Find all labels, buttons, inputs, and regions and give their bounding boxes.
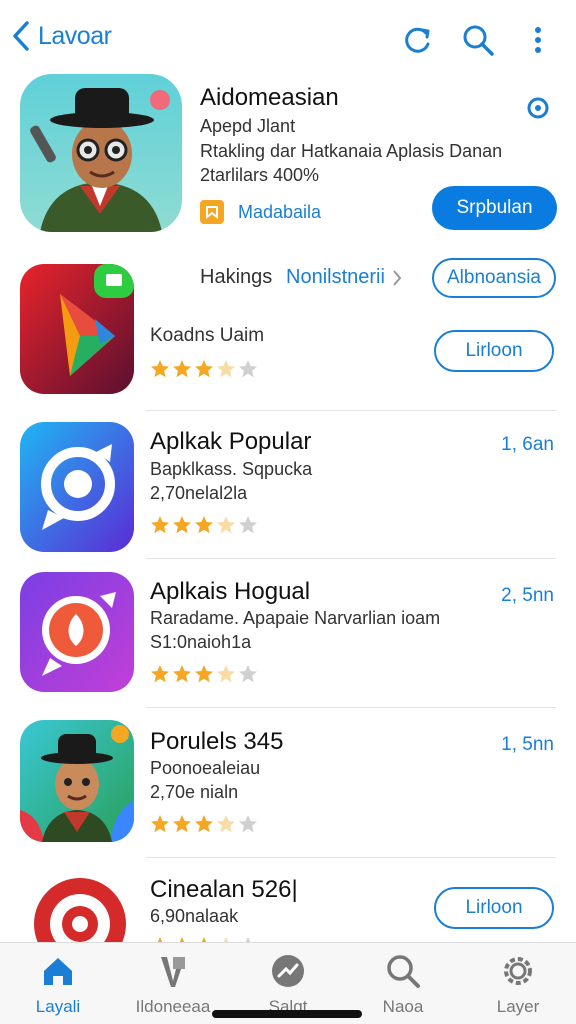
tab-label: Ildoneeaa: [135, 997, 211, 1016]
app-downloads: 6,90nalaak: [150, 906, 239, 926]
featured-app-developer: Apepd Jlant: [200, 116, 296, 136]
star-icon: [173, 516, 191, 534]
category-button[interactable]: Albnoansia: [432, 258, 556, 298]
featured-app-tag[interactable]: Madabaila: [200, 200, 321, 224]
featured-app-icon: [20, 74, 182, 232]
home-icon: [44, 958, 72, 985]
search-icon[interactable]: [460, 22, 496, 58]
star-icon: [217, 516, 235, 534]
star-icon: [173, 665, 191, 683]
divider: [146, 857, 556, 858]
star-icon: [173, 360, 191, 378]
app-icon-chat: [20, 422, 134, 552]
app-size: 1, 5nn: [501, 734, 554, 755]
bookmark-icon: [200, 200, 224, 224]
chevron-left-icon: [13, 21, 29, 51]
tab-label: Naoa: [382, 997, 424, 1016]
tab-search[interactable]: Naoa: [348, 951, 458, 1017]
tab-label: Layer: [496, 997, 540, 1016]
divider: [146, 410, 556, 411]
tab-apps[interactable]: Ildoneeaa: [118, 951, 228, 1017]
section-label: Hakings: [200, 266, 273, 288]
featured-app-tag-label: Madabaila: [238, 201, 322, 222]
rating-stars: [150, 814, 258, 834]
section-link-label: Nonilstnerii: [286, 266, 385, 288]
star-icon: [195, 815, 213, 833]
star-icon: [239, 815, 257, 833]
star-icon: [239, 665, 257, 683]
app-title: Porulels 345: [150, 728, 284, 755]
top-bar: Lavoar: [0, 0, 576, 70]
featured-app-title: Aidomeasian: [200, 84, 339, 111]
star-icon: [195, 665, 213, 683]
star-icon: [151, 815, 169, 833]
app-size: 2, 5nn: [501, 585, 554, 606]
divider: [146, 558, 556, 559]
home-indicator: [212, 1010, 362, 1018]
app-downloads: S1:0naioh1a: [150, 632, 252, 652]
badge-icon: [524, 94, 552, 122]
gear-icon: [504, 957, 532, 985]
back-label: Lavoar: [38, 21, 112, 50]
star-icon: [239, 516, 257, 534]
back-button[interactable]: Lavoar: [10, 20, 112, 52]
app-icon-play: [20, 264, 134, 394]
star-icon: [217, 665, 235, 683]
star-icon: [195, 360, 213, 378]
featured-get-button[interactable]: Srpbulan: [432, 186, 557, 230]
star-icon: [195, 516, 213, 534]
open-button[interactable]: Lirloon: [434, 330, 554, 372]
star-icon: [173, 815, 191, 833]
app-icon-target: [20, 870, 134, 942]
app-subtitle: Bapklkass. Sqpucka: [150, 459, 313, 479]
tab-label: Layali: [35, 997, 81, 1016]
chevron-right-icon: [393, 269, 402, 286]
tab-trending[interactable]: Salgt: [233, 951, 343, 1017]
open-button[interactable]: Lirloon: [434, 887, 554, 929]
star-icon: [151, 665, 169, 683]
section-link[interactable]: Nonilstnerii: [286, 266, 403, 289]
app-title: Aplkak Popular: [150, 428, 312, 455]
app-icon-avatar: [20, 720, 134, 842]
star-icon: [239, 360, 257, 378]
more-vertical-icon[interactable]: [520, 22, 556, 58]
star-icon: [151, 516, 169, 534]
tab-home[interactable]: Layali: [3, 951, 113, 1017]
search-icon: [387, 955, 420, 988]
star-icon: [217, 360, 235, 378]
app-downloads: 2,70nelal2la: [150, 483, 248, 503]
refresh-icon[interactable]: [400, 22, 436, 58]
app-subtitle: Raradame. Apapaie Narvarlian ioam: [150, 608, 441, 628]
featured-app-description: Rtakling dar Hatkanaia Aplasis Danan: [200, 141, 503, 161]
featured-app-stats: 2tarlilars 400%: [200, 165, 320, 185]
app-downloads: 2,70e nialn: [150, 782, 239, 802]
app-icon-location: [20, 572, 134, 692]
trending-icon: [272, 955, 304, 987]
app-subtitle: Poonoealeiau: [150, 758, 261, 778]
rating-stars: [150, 664, 258, 684]
tab-settings[interactable]: Layer: [463, 951, 573, 1017]
app-title: Cinealan 526|: [150, 876, 298, 903]
app-subtitle: Koadns Uaim: [150, 325, 265, 346]
star-icon: [217, 815, 235, 833]
rating-stars: [150, 515, 258, 535]
app-size: 1, 6an: [501, 434, 554, 455]
divider: [146, 707, 556, 708]
apps-icon: [161, 957, 185, 987]
featured-app-card[interactable]: Aidomeasian Apepd Jlant Rtakling dar Hat…: [0, 70, 576, 240]
rating-stars: [150, 359, 258, 379]
star-icon: [151, 360, 169, 378]
app-title: Aplkais Hogual: [150, 578, 311, 605]
